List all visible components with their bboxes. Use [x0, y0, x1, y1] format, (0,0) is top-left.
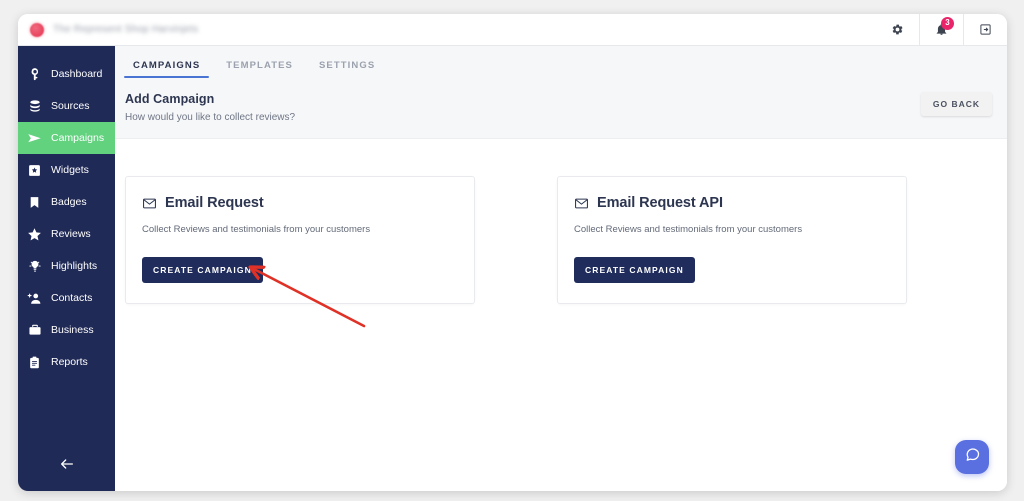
sidebar-item-label: Widgets: [51, 163, 89, 176]
sidebar-item-widgets[interactable]: Widgets: [18, 154, 115, 186]
database-icon: [27, 99, 42, 114]
chat-bubble-icon: [964, 446, 981, 468]
campaign-card-email-request-api[interactable]: Email Request API Collect Reviews and te…: [557, 176, 907, 304]
chrome-actions: 3: [875, 14, 1007, 46]
widget-icon: [27, 163, 42, 178]
sidebar-item-label: Highlights: [51, 259, 98, 272]
sidebar-item-label: Contacts: [51, 291, 93, 304]
tab-templates[interactable]: TEMPLATES: [213, 60, 306, 78]
card-description: Collect Reviews and testimonials from yo…: [142, 224, 371, 235]
sidebar-item-label: Sources: [51, 99, 90, 112]
card-header: Email Request: [142, 195, 458, 211]
sidebar-item-campaigns[interactable]: Campaigns: [18, 122, 115, 154]
sidebar-item-contacts[interactable]: Contacts: [18, 282, 115, 314]
sidebar-item-reports[interactable]: Reports: [18, 346, 115, 378]
create-campaign-button[interactable]: CREATE CAMPAIGN: [142, 257, 263, 283]
briefcase-icon: [27, 323, 42, 338]
star-icon: [27, 227, 42, 242]
browser-chrome-bar: The Represent Shop Harvinjets 3: [18, 14, 1007, 46]
card-title: Email Request API: [597, 195, 723, 211]
sidebar-item-badges[interactable]: Badges: [18, 186, 115, 218]
envelope-icon: [142, 196, 157, 211]
sidebar-item-reviews[interactable]: Reviews: [18, 218, 115, 250]
browser-tab-title: The Represent Shop Harvinjets: [53, 24, 199, 35]
card-header: Email Request API: [574, 195, 890, 211]
tab-settings[interactable]: SETTINGS: [306, 60, 388, 78]
sidebar-item-label: Dashboard: [51, 67, 103, 80]
card-description: Collect Reviews and testimonials from yo…: [574, 224, 803, 235]
sidebar-item-label: Badges: [51, 195, 87, 208]
bell-icon[interactable]: 3: [919, 14, 963, 46]
campaign-type-list: Email Request Collect Reviews and testim…: [115, 139, 1007, 491]
dashboard-icon: [27, 67, 42, 82]
create-campaign-button[interactable]: CREATE CAMPAIGN: [574, 257, 695, 283]
campaign-card-email-request[interactable]: Email Request Collect Reviews and testim…: [125, 176, 475, 304]
add-person-icon: [27, 291, 42, 306]
sidebar-item-business[interactable]: Business: [18, 314, 115, 346]
lightbulb-icon: [27, 259, 42, 274]
sidebar-item-sources[interactable]: Sources: [18, 90, 115, 122]
sidebar-item-highlights[interactable]: Highlights: [18, 250, 115, 282]
arrow-left-icon: [59, 456, 75, 477]
browser-tab[interactable]: The Represent Shop Harvinjets: [18, 14, 198, 46]
notification-badge: 3: [941, 16, 954, 30]
envelope-icon: [574, 196, 589, 211]
send-icon: [27, 131, 42, 146]
go-back-button[interactable]: GO BACK: [920, 92, 992, 116]
sidebar-item-dashboard[interactable]: Dashboard: [18, 58, 115, 90]
app-body: Dashboard Sources Campaigns Widgets Badg…: [18, 46, 1007, 491]
tab-campaigns[interactable]: CAMPAIGNS: [120, 60, 213, 78]
page-subtitle: How would you like to collect reviews?: [125, 112, 296, 123]
sidebar-item-label: Business: [51, 323, 94, 336]
page-header: Add Campaign How would you like to colle…: [115, 78, 1007, 139]
sidebar: Dashboard Sources Campaigns Widgets Badg…: [18, 46, 115, 491]
favicon-icon: [30, 22, 44, 37]
tab-bar: CAMPAIGNS TEMPLATES SETTINGS: [115, 46, 1007, 78]
clipboard-icon: [27, 355, 42, 370]
page-title: Add Campaign: [125, 92, 215, 106]
sidebar-item-label: Reviews: [51, 227, 91, 240]
main-content: CAMPAIGNS TEMPLATES SETTINGS Add Campaig…: [115, 46, 1007, 491]
bookmark-icon: [27, 195, 42, 210]
chat-support-button[interactable]: [955, 440, 989, 474]
card-title: Email Request: [165, 195, 264, 211]
gear-icon[interactable]: [875, 14, 919, 46]
sidebar-item-label: Reports: [51, 355, 88, 368]
logout-icon[interactable]: [963, 14, 1007, 46]
browser-window: The Represent Shop Harvinjets 3 Dashboar…: [18, 14, 1007, 491]
sidebar-collapse-button[interactable]: [18, 456, 115, 477]
sidebar-item-label: Campaigns: [51, 131, 105, 144]
